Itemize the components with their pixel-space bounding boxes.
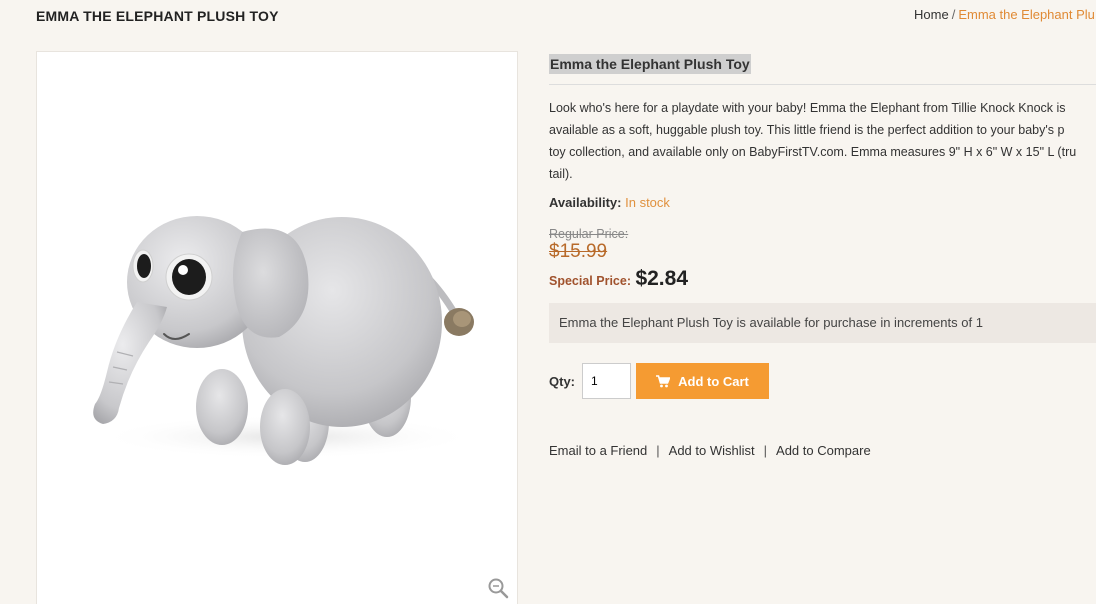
breadcrumb: Home / Emma the Elephant Plu (914, 7, 1095, 22)
special-price: $2.84 (635, 267, 689, 290)
zoom-icon[interactable] (487, 577, 509, 599)
breadcrumb-current: Emma the Elephant Plu (958, 7, 1095, 22)
product-image[interactable] (37, 52, 518, 604)
product-info: Emma the Elephant Plush Toy Look who's h… (549, 54, 1096, 458)
product-page: EMMA THE ELEPHANT PLUSH TOY Home / Emma th… (0, 0, 1096, 604)
product-image-panel[interactable] (36, 51, 518, 604)
description-line: Look who's here for a playdate with your… (549, 101, 1066, 115)
add-to-compare-link[interactable]: Add to Compare (776, 443, 871, 458)
product-actions: Email to a Friend | Add to Wishlist | Add to… (549, 443, 1096, 458)
add-to-cart-button[interactable]: Add to Cart (636, 363, 769, 399)
add-to-wishlist-link[interactable]: Add to Wishlist (669, 443, 755, 458)
product-description: Look who's here for a playdate with your… (549, 97, 1096, 185)
description-line: tail). (549, 167, 573, 181)
divider (549, 84, 1096, 85)
special-price-row: Special Price: $2.84 (549, 267, 1096, 291)
product-name: Emma the Elephant Plush Toy (549, 54, 751, 74)
qty-label: Qty: (549, 373, 575, 389)
add-to-cart-label: Add to Cart (678, 373, 749, 389)
link-divider: | (656, 443, 660, 458)
availability-label: Availability: (549, 195, 622, 210)
add-to-cart-row: Qty: Add to Cart (549, 363, 1096, 399)
availability: Availability: In stock (549, 195, 1096, 210)
availability-status: In stock (625, 195, 670, 210)
breadcrumb-home-link[interactable]: Home (914, 7, 949, 22)
regular-price-label: Regular Price: (549, 227, 629, 241)
description-line: available as a soft, huggable plush toy.… (549, 123, 1065, 137)
increment-notice: Emma the Elephant Plush Toy is available… (549, 303, 1096, 343)
breadcrumb-separator: / (951, 7, 956, 22)
link-divider: | (763, 443, 768, 458)
qty-input[interactable] (582, 363, 631, 399)
email-to-friend-link[interactable]: Email to a Friend (549, 443, 647, 458)
regular-price: $15.99 (549, 241, 608, 262)
description-line: toy collection, and available only on Ba… (549, 145, 1077, 159)
cart-icon (656, 374, 671, 387)
special-price-label: Special Price: (549, 274, 631, 288)
page-title: EMMA THE ELEPHANT PLUSH TOY (36, 8, 279, 24)
